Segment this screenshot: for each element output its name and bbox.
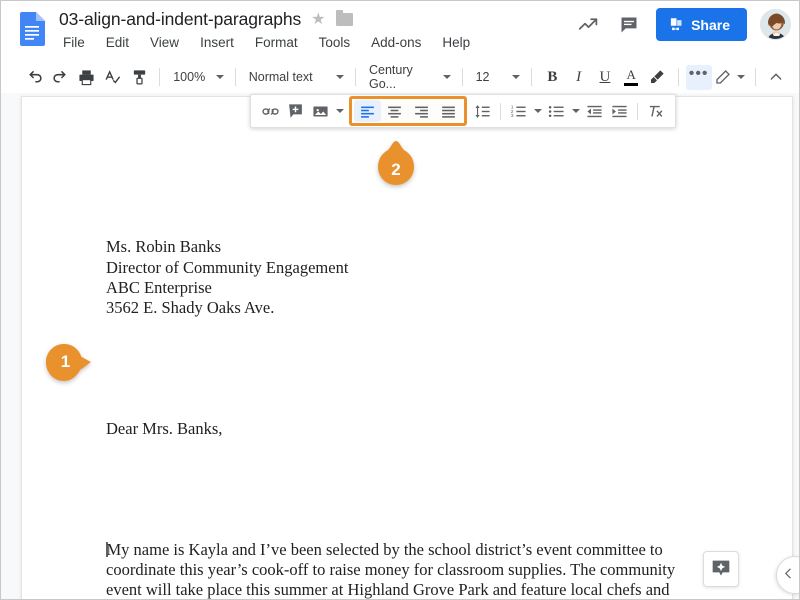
text-color-button[interactable]: A (618, 65, 644, 90)
underline-button[interactable]: U (592, 65, 618, 90)
menu-help[interactable]: Help (440, 34, 472, 51)
step-marker-2-label: 2 (391, 159, 401, 179)
alignment-button-group (349, 96, 467, 126)
menu-bar: File Edit View Insert Format Tools Add-o… (61, 34, 472, 51)
paragraph-style-selector[interactable]: Normal text (243, 65, 348, 90)
chevron-left-icon (782, 567, 795, 584)
link-icon[interactable] (258, 99, 283, 123)
google-docs-window: 03-align-and-indent-paragraphs ★ File Ed… (0, 0, 800, 600)
step-marker-2: 2 (376, 141, 416, 189)
toolbar-divider (159, 68, 161, 86)
chevron-down-icon (336, 75, 344, 79)
header-actions: Share (574, 8, 791, 41)
zoom-selector[interactable]: 100% (167, 65, 228, 90)
toolbar-divider (355, 68, 356, 86)
undo-icon[interactable] (21, 65, 47, 90)
align-left-button[interactable] (354, 100, 381, 122)
font-size-value: 12 (475, 70, 490, 84)
numbered-list-chevron-down-icon[interactable] (531, 99, 544, 123)
zoom-value: 100% (173, 70, 206, 84)
chevron-down-icon (442, 75, 451, 79)
bulleted-list-chevron-down-icon[interactable] (569, 99, 582, 123)
salutation: Dear Mrs. Banks, (106, 419, 223, 439)
toolbar-divider (677, 68, 679, 86)
text-color-swatch (624, 83, 639, 86)
edit-pencil-icon (715, 69, 731, 85)
italic-label: I (576, 68, 582, 85)
underline-label: U (599, 68, 611, 85)
text-color-label: A (626, 67, 636, 82)
redo-icon[interactable] (47, 65, 73, 90)
overflow-toolbar-popup: 1 2 3 (250, 94, 676, 128)
menu-addons[interactable]: Add-ons (369, 34, 423, 51)
align-justify-button[interactable] (435, 100, 462, 122)
bulleted-list-icon[interactable] (544, 99, 569, 123)
paragraph-1-text: My name is Kayla and I’ve been selected … (106, 540, 676, 600)
folder-icon[interactable] (335, 10, 353, 26)
popup-divider (500, 102, 501, 120)
svg-text:3: 3 (511, 113, 514, 119)
chevron-down-icon (215, 75, 224, 79)
toolbar-divider (234, 68, 236, 86)
increase-indent-icon[interactable] (607, 99, 632, 123)
clear-formatting-icon[interactable] (643, 99, 668, 123)
body-paragraph-1: My name is Kayla and I’ve been selected … (106, 540, 676, 600)
align-right-button[interactable] (408, 100, 435, 122)
menu-view[interactable]: View (148, 34, 181, 51)
editing-mode-selector[interactable] (712, 65, 748, 90)
google-docs-icon (19, 12, 45, 46)
step-marker-1: 1 (45, 343, 93, 381)
menu-edit[interactable]: Edit (104, 34, 131, 51)
italic-button[interactable]: I (566, 65, 592, 90)
chevron-down-icon (736, 75, 745, 79)
chevron-up-icon[interactable] (763, 65, 789, 90)
menu-format[interactable]: Format (253, 34, 300, 51)
document-text[interactable]: Ms. Robin Banks Director of Community En… (106, 197, 676, 600)
step-marker-1-label: 1 (60, 352, 71, 371)
menu-file[interactable]: File (61, 34, 87, 51)
avatar[interactable] (760, 9, 791, 40)
share-label: Share (691, 16, 730, 33)
toolbar-divider (531, 68, 533, 86)
spellcheck-icon[interactable] (100, 65, 126, 90)
toolbar-divider (461, 68, 463, 86)
font-value: Century Go... (368, 63, 413, 91)
bold-label: B (547, 68, 558, 85)
decrease-indent-icon[interactable] (582, 99, 607, 123)
star-icon[interactable]: ★ (311, 11, 325, 28)
page-title[interactable]: 03-align-and-indent-paragraphs (59, 9, 301, 30)
popup-divider (637, 102, 638, 120)
share-lock-icon (669, 17, 684, 32)
font-selector[interactable]: Century Go... (363, 63, 455, 91)
app-header: 03-align-and-indent-paragraphs ★ File Ed… (1, 1, 799, 61)
trending-up-icon[interactable] (574, 11, 602, 39)
highlight-pen-icon[interactable] (644, 65, 670, 90)
explore-button[interactable] (703, 551, 739, 587)
print-icon[interactable] (74, 65, 100, 90)
add-comment-icon[interactable] (283, 99, 308, 123)
paint-format-icon[interactable] (126, 65, 152, 90)
bold-button[interactable]: B (539, 65, 565, 90)
menu-insert[interactable]: Insert (198, 34, 236, 51)
chevron-down-icon (512, 75, 521, 79)
formatting-toolbar: 100% Normal text Century Go... 12 B I U (1, 61, 799, 93)
more-options-button[interactable]: ••• (685, 64, 712, 90)
style-value: Normal text (248, 70, 313, 84)
align-center-button[interactable] (381, 100, 408, 122)
numbered-list-icon[interactable]: 1 2 3 (506, 99, 531, 123)
line-spacing-icon[interactable] (470, 99, 495, 123)
toolbar-divider (754, 68, 756, 86)
comment-icon[interactable] (615, 11, 643, 39)
menu-tools[interactable]: Tools (317, 34, 353, 51)
font-size-selector[interactable]: 12 (470, 65, 525, 90)
image-options-chevron-down-icon[interactable] (333, 99, 346, 123)
title-row: 03-align-and-indent-paragraphs ★ (59, 9, 353, 30)
share-button[interactable]: Share (656, 8, 747, 41)
address-block: Ms. Robin Banks Director of Community En… (106, 237, 349, 318)
image-icon[interactable] (308, 99, 333, 123)
